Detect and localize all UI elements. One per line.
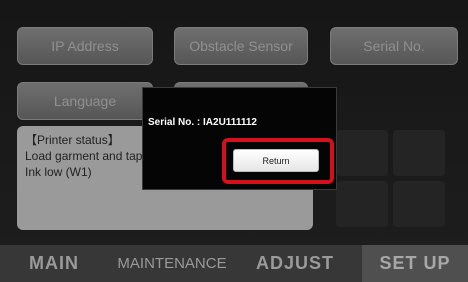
tab-main[interactable]: MAIN (0, 245, 108, 282)
tab-setup[interactable]: SET UP (362, 245, 468, 282)
return-button[interactable]: Return (233, 149, 319, 172)
serial-number-text: Serial No. : IA2U111112 (148, 117, 257, 128)
printer-screen: IP Address Obstacle Sensor Serial No. La… (0, 0, 468, 282)
serial-no-button[interactable]: Serial No. (330, 27, 458, 65)
grid-cell (393, 181, 445, 227)
grid-cell (393, 130, 445, 176)
language-button[interactable]: Language (17, 82, 153, 120)
ip-address-button[interactable]: IP Address (17, 27, 153, 65)
obstacle-sensor-button[interactable]: Obstacle Sensor (174, 27, 308, 65)
grid-cell (336, 181, 388, 227)
tab-maintenance[interactable]: MAINTENANCE (108, 245, 236, 282)
tab-adjust[interactable]: ADJUST (236, 245, 354, 282)
grid-cell (336, 130, 388, 176)
bottom-tab-bar: MAIN MAINTENANCE ADJUST SET UP (0, 245, 468, 282)
